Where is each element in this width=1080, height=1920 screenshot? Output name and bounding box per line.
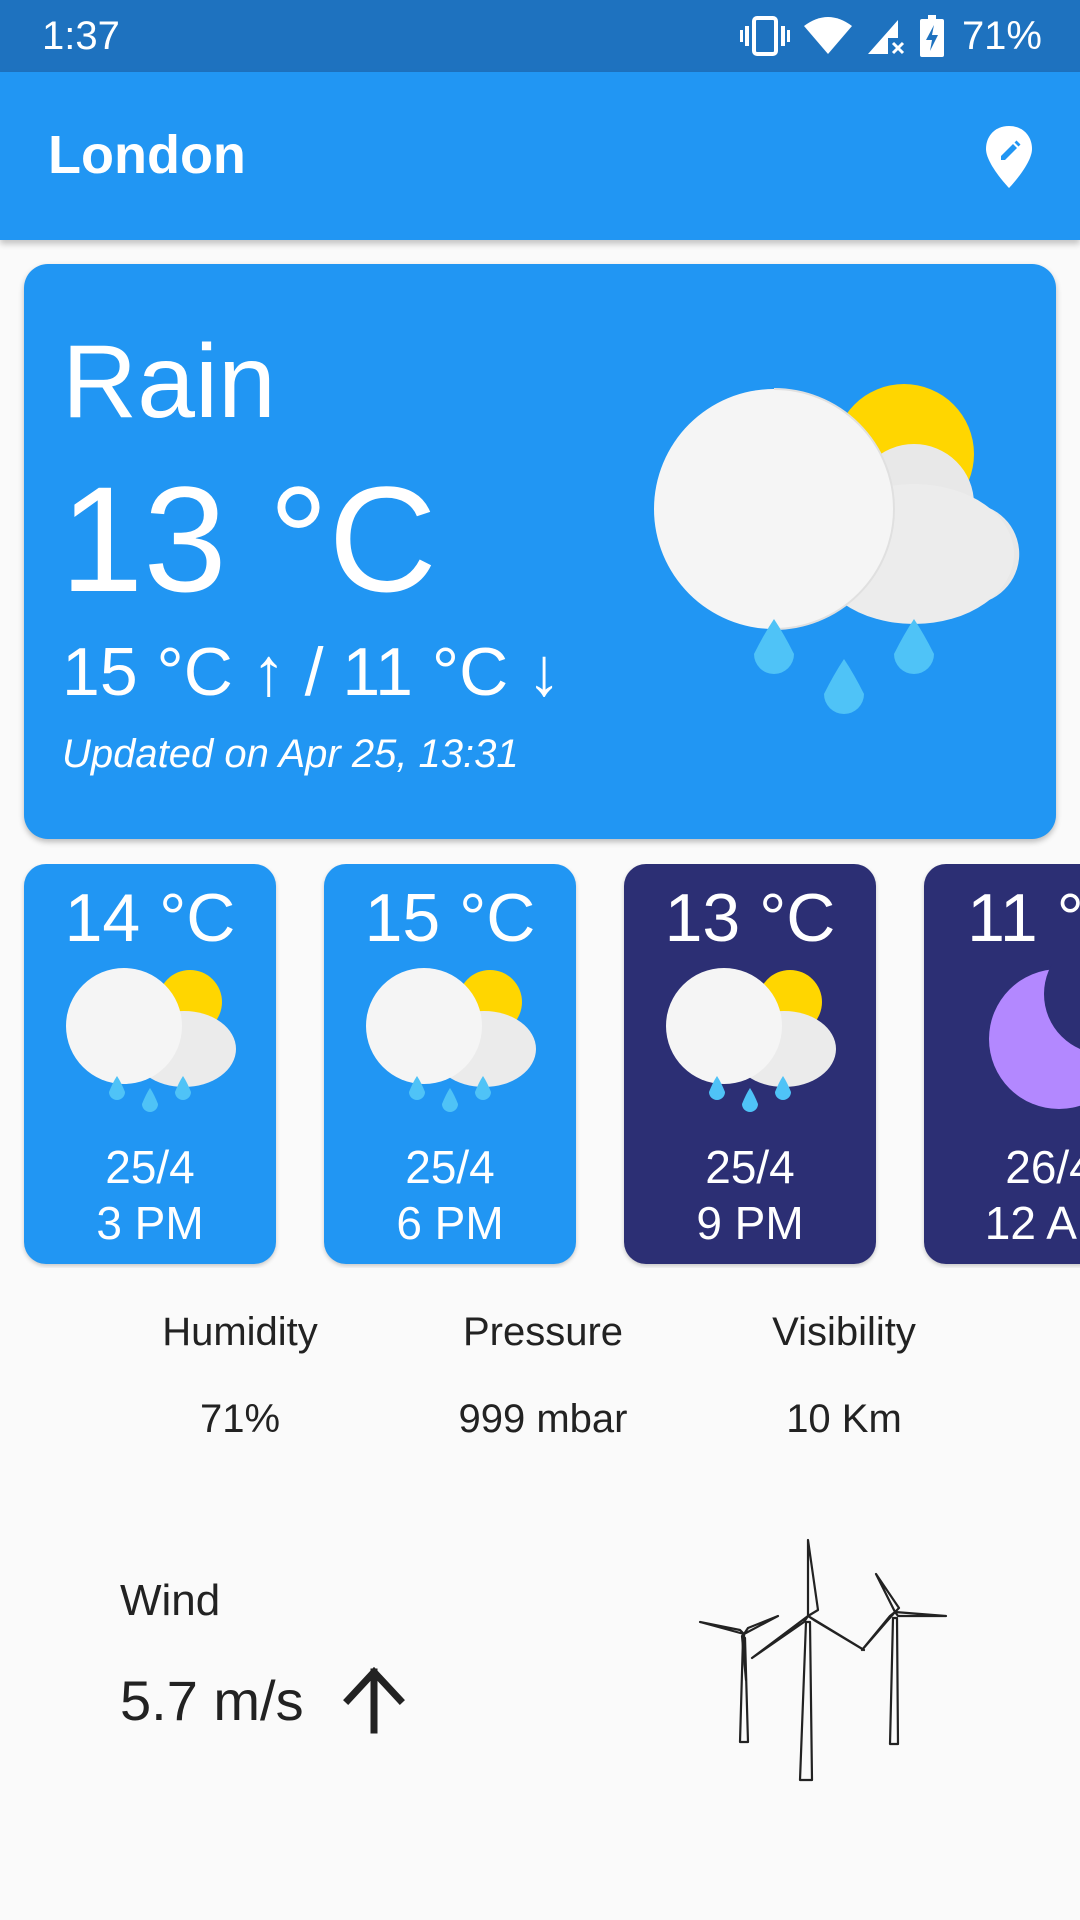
forecast-date: 25/4 [105, 1141, 195, 1193]
partly-cloudy-rain-icon [66, 968, 236, 1112]
visibility-stat: Visibility 10 Km [694, 1310, 994, 1442]
current-weather-card[interactable]: Rain 13 °C 15 °C ↑ / 11 °C ↓ Updated on … [24, 264, 1056, 839]
min-max-temperature: 15 °C ↑ / 11 °C ↓ [62, 634, 562, 710]
pressure-label: Pressure [462, 1310, 624, 1354]
humidity-label: Humidity [162, 1310, 318, 1354]
signal-icon [867, 20, 904, 55]
arrow-up-icon [343, 1666, 405, 1734]
app-bar: London [0, 72, 1080, 240]
forecast-temperature: 15 °C [364, 880, 536, 956]
humidity-value: 71% [199, 1397, 281, 1441]
status-icons: 71% [739, 13, 1042, 58]
forecast-card[interactable]: 15 °C 25/4 6 PM [324, 864, 576, 1264]
forecast-card[interactable]: 14 °C 25/4 3 PM [24, 864, 276, 1264]
status-bar: 1:37 71% [0, 0, 1080, 72]
forecast-temperature: 14 °C [64, 880, 236, 956]
forecast-date: 25/4 [405, 1141, 495, 1193]
partly-cloudy-rain-icon [366, 968, 536, 1112]
visibility-value: 10 Km [786, 1397, 902, 1441]
forecast-date: 26/4 [1005, 1141, 1080, 1193]
wind-turbines-icon [698, 1538, 948, 1782]
forecast-date: 25/4 [705, 1141, 795, 1193]
pressure-value: 999 mbar [458, 1397, 628, 1441]
pressure-stat: Pressure 999 mbar [393, 1310, 693, 1442]
visibility-label: Visibility [772, 1310, 916, 1354]
status-time: 1:37 [42, 14, 120, 58]
battery-percent: 71% [961, 13, 1042, 58]
updated-timestamp: Updated on Apr 25, 13:31 [62, 732, 519, 776]
forecast-list[interactable]: 14 °C 25/4 3 PM 15 °C 25/4 6 PM 13 °C 25… [0, 864, 1080, 1268]
battery-charging-icon [919, 15, 944, 57]
forecast-card[interactable]: 13 °C 25/4 9 PM [624, 864, 876, 1264]
forecast-temperature: 13 °C [664, 880, 836, 956]
forecast-temperature: 11 °C [967, 880, 1080, 956]
edit-location-icon[interactable] [984, 124, 1034, 190]
vibrate-icon [739, 16, 790, 56]
forecast-card[interactable]: 11 °C 26/4 12 AM [924, 864, 1080, 1264]
wind-label: Wind [120, 1576, 221, 1625]
forecast-hour: 3 PM [96, 1197, 204, 1249]
forecast-hour: 12 AM [984, 1197, 1080, 1249]
humidity-stat: Humidity 71% [90, 1310, 390, 1442]
current-temperature: 13 °C [60, 455, 437, 623]
partly-cloudy-rain-icon [666, 968, 836, 1112]
forecast-hour: 9 PM [696, 1197, 804, 1249]
partly-cloudy-rain-icon [654, 384, 1020, 714]
page-title: London [48, 125, 246, 185]
moon-icon [989, 964, 1080, 1109]
current-condition: Rain [62, 324, 276, 440]
wifi-icon [803, 17, 852, 54]
wind-speed: 5.7 m/s [120, 1669, 304, 1732]
forecast-hour: 6 PM [396, 1197, 504, 1249]
